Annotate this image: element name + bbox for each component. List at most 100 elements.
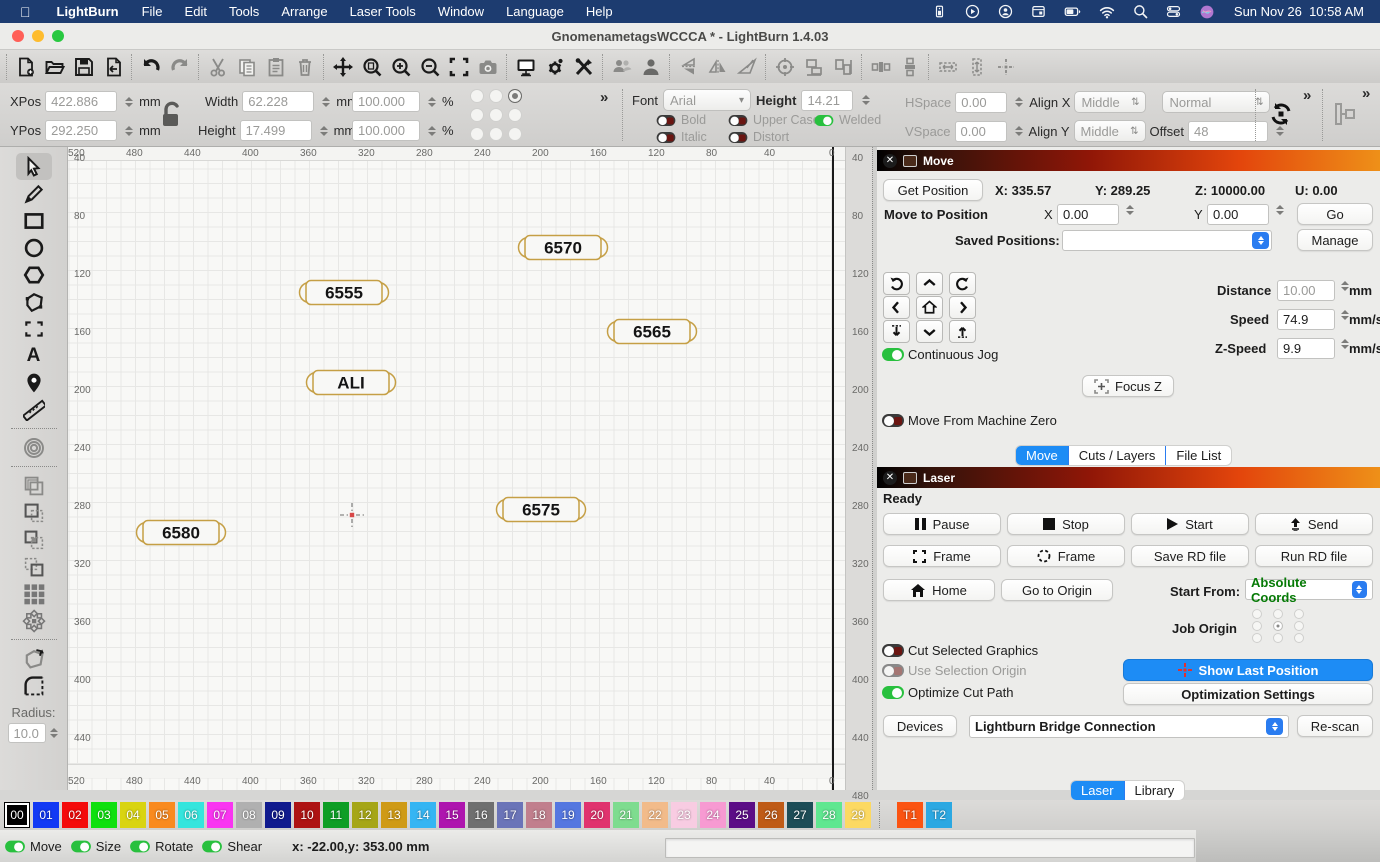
name-tag-shape[interactable]: ALI <box>305 369 397 399</box>
select-tool[interactable] <box>16 153 52 180</box>
zoom-page-icon[interactable] <box>357 54 386 80</box>
name-tag-shape[interactable]: 6555 <box>298 279 390 309</box>
job-origin-radio-7[interactable] <box>1273 633 1283 643</box>
status-toggle-rotate[interactable]: Rotate <box>129 839 193 854</box>
xpos-stepper[interactable] <box>123 97 135 107</box>
jog-rotate-ccw-button[interactable] <box>883 272 910 295</box>
menu-item-edit[interactable]: Edit <box>174 4 218 19</box>
toolbar-expand-chevron-2[interactable]: » <box>1303 87 1309 104</box>
pause-button[interactable]: Pause <box>883 513 1001 535</box>
delete-icon[interactable] <box>290 54 319 80</box>
width-percent-field[interactable]: 100.000 <box>352 91 420 112</box>
jog-right-button[interactable] <box>949 296 976 319</box>
frame-rect-button[interactable]: Frame <box>883 545 1001 567</box>
job-origin-radio-5[interactable] <box>1294 621 1304 631</box>
goto-origin-button[interactable]: Go to Origin <box>1001 579 1113 601</box>
anchor-dot-8[interactable] <box>508 127 522 141</box>
menu-item-laser-tools[interactable]: Laser Tools <box>339 4 427 19</box>
color-swatch-04[interactable]: 04 <box>120 802 146 828</box>
get-position-button[interactable]: Get Position <box>883 179 983 201</box>
optimization-settings-button[interactable]: Optimization Settings <box>1123 683 1373 705</box>
job-origin-radio-2[interactable] <box>1294 609 1304 619</box>
vspace-stepper[interactable] <box>1013 126 1025 136</box>
save-file-icon[interactable] <box>69 54 98 80</box>
menu-item-file[interactable]: File <box>131 4 174 19</box>
color-swatch-25[interactable]: 25 <box>729 802 755 828</box>
saved-positions-combo[interactable] <box>1062 230 1272 251</box>
position-target-icon[interactable] <box>770 54 799 80</box>
move-from-machine-zero-toggle[interactable]: Move From Machine Zero <box>882 413 1057 428</box>
user-circle-icon[interactable] <box>989 4 1022 19</box>
boolean-exclude-tool[interactable] <box>16 553 52 580</box>
status-toggle-size[interactable]: Size <box>70 839 121 854</box>
jog-z-up-button[interactable] <box>949 320 976 343</box>
new-file-icon[interactable] <box>11 54 40 80</box>
color-swatch-11[interactable]: 11 <box>323 802 349 828</box>
name-tag-shape[interactable]: 6570 <box>517 234 609 264</box>
color-swatch-09[interactable]: 09 <box>265 802 291 828</box>
use-selection-origin-toggle[interactable]: Use Selection Origin <box>882 663 1027 678</box>
vspace-field[interactable]: 0.00 <box>955 121 1007 142</box>
job-origin-radio-4[interactable] <box>1273 621 1283 631</box>
jog-home-button[interactable] <box>916 296 943 319</box>
mirror-icon[interactable] <box>732 54 761 80</box>
focus-z-button[interactable]: Focus Z <box>1082 375 1174 397</box>
name-tag-shape[interactable]: 6580 <box>135 519 227 549</box>
flip-horizontal-icon[interactable] <box>703 54 732 80</box>
color-swatch-00[interactable]: 00 <box>4 802 30 828</box>
detach-icon[interactable] <box>903 472 917 484</box>
stop-button[interactable]: Stop <box>1007 513 1125 535</box>
color-swatch-08[interactable]: 08 <box>236 802 262 828</box>
camera-icon[interactable] <box>473 54 502 80</box>
tab-library[interactable]: Library <box>1125 781 1185 800</box>
anchor-dot-1[interactable] <box>489 89 503 103</box>
boolean-subtract-tool[interactable] <box>16 499 52 526</box>
cut-icon[interactable] <box>203 54 232 80</box>
name-tag-shape[interactable]: 6575 <box>495 496 587 526</box>
jog-rotate-cw-button[interactable] <box>949 272 976 295</box>
hspace-stepper[interactable] <box>1013 97 1025 107</box>
home-button[interactable]: Home <box>883 579 995 601</box>
toolbar-expand-chevron[interactable]: » <box>600 89 606 106</box>
anchor-dot-6[interactable] <box>470 127 484 141</box>
color-swatch-02[interactable]: 02 <box>62 802 88 828</box>
device-combo[interactable]: Lightburn Bridge Connection <box>969 715 1289 738</box>
fit-height-icon[interactable] <box>962 54 991 80</box>
boolean-union-tool[interactable] <box>16 472 52 499</box>
anchor-dot-2[interactable] <box>508 89 522 103</box>
toolbar-expand-chevron-3[interactable]: » <box>1362 85 1368 102</box>
tab-move[interactable]: Move <box>1016 446 1069 465</box>
color-swatch-10[interactable]: 10 <box>294 802 320 828</box>
undo-icon[interactable] <box>136 54 165 80</box>
color-swatch-16[interactable]: 16 <box>468 802 494 828</box>
battery-icon[interactable] <box>1055 3 1090 20</box>
boolean-intersect-tool[interactable] <box>16 526 52 553</box>
distribute-h-icon[interactable] <box>866 54 895 80</box>
job-origin-radio-6[interactable] <box>1252 633 1262 643</box>
manage-button[interactable]: Manage <box>1297 229 1373 251</box>
zspeed-field[interactable]: 9.9 <box>1277 338 1335 359</box>
fit-width-icon[interactable] <box>933 54 962 80</box>
anchor-dot-5[interactable] <box>508 108 522 122</box>
device-settings-icon[interactable] <box>569 54 598 80</box>
job-origin-grid[interactable] <box>1252 609 1315 645</box>
sync-rotate-icon[interactable] <box>1268 101 1294 130</box>
color-swatch-28[interactable]: 28 <box>816 802 842 828</box>
settings-gear-icon[interactable] <box>540 54 569 80</box>
send-button[interactable]: Send <box>1255 513 1373 535</box>
rectangle-tool[interactable] <box>16 207 52 234</box>
width-percent-stepper[interactable] <box>426 97 438 107</box>
color-swatch-29[interactable]: 29 <box>845 802 871 828</box>
zoom-in-icon[interactable] <box>386 54 415 80</box>
move-x-stepper[interactable] <box>1124 205 1136 215</box>
color-swatch-23[interactable]: 23 <box>671 802 697 828</box>
anchor-dot-0[interactable] <box>470 89 484 103</box>
start-button[interactable]: Start <box>1131 513 1249 535</box>
job-origin-radio-3[interactable] <box>1252 621 1262 631</box>
menu-item-window[interactable]: Window <box>427 4 495 19</box>
anchor-dot-3[interactable] <box>470 108 484 122</box>
play-circle-icon[interactable] <box>956 4 989 19</box>
close-icon[interactable]: ✕ <box>883 154 897 168</box>
xpos-field[interactable]: 422.886 <box>45 91 117 112</box>
color-swatch-17[interactable]: 17 <box>497 802 523 828</box>
